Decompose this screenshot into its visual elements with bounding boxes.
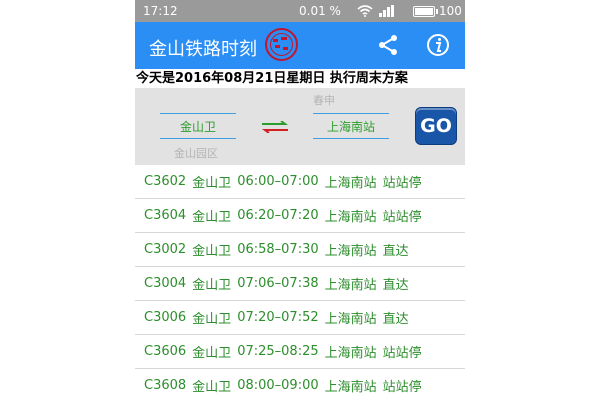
train-origin: 金山卫 [192, 312, 232, 327]
train-time: 06:20–07:20 [237, 208, 319, 223]
share-icon[interactable] [377, 34, 399, 56]
info-icon[interactable] [426, 33, 450, 57]
signal-icon [379, 5, 394, 17]
swap-arrows-icon[interactable] [260, 121, 290, 133]
train-time: 07:06–07:38 [237, 276, 319, 291]
train-destination: 上海南站 [324, 176, 377, 191]
train-number: C3602 [144, 174, 187, 189]
train-type: 站站停 [382, 176, 422, 191]
train-type: 直达 [382, 278, 409, 293]
train-origin: 金山卫 [192, 278, 232, 293]
train-row[interactable]: C3004 金山卫 07:06–07:38 上海南站 直达 [135, 267, 465, 301]
train-time: 07:25–08:25 [237, 344, 319, 359]
status-bar: 17:12 0.01 % 100 [135, 0, 465, 22]
app-title: 金山铁路时刻 [149, 39, 257, 60]
train-origin: 金山卫 [192, 244, 232, 259]
train-time: 07:20–07:52 [237, 310, 319, 325]
train-time: 08:00–09:00 [237, 378, 319, 393]
from-station-button[interactable]: 金山卫 [160, 113, 236, 139]
train-destination: 上海南站 [324, 346, 377, 361]
train-row[interactable]: C3602 金山卫 06:00–07:00 上海南站 站站停 [135, 165, 465, 199]
app-bar: 金山铁路时刻 [135, 22, 465, 69]
train-origin: 金山卫 [192, 380, 232, 395]
train-destination: 上海南站 [324, 210, 377, 225]
status-time: 17:12 [143, 4, 178, 18]
train-origin: 金山卫 [192, 210, 232, 225]
to-station-button[interactable]: 上海南站 [313, 113, 389, 139]
phone-screen: 17:12 0.01 % 100 金山铁路时刻 今天是2016年08月21日星期… [135, 0, 465, 400]
train-destination: 上海南站 [324, 244, 377, 259]
station-selector: 春申 金山卫 上海南站 金山园区 GO [135, 88, 465, 165]
train-number: C3606 [144, 344, 187, 359]
train-row[interactable]: C3608 金山卫 08:00–09:00 上海南站 站站停 [135, 369, 465, 400]
train-row[interactable]: C3006 金山卫 07:20–07:52 上海南站 直达 [135, 301, 465, 335]
battery-level-text: 100 [439, 4, 462, 18]
train-row[interactable]: C3606 金山卫 07:25–08:25 上海南站 站站停 [135, 335, 465, 369]
train-destination: 上海南站 [324, 380, 377, 395]
battery-icon [413, 6, 438, 17]
train-type: 直达 [382, 244, 409, 259]
train-number: C3608 [144, 378, 187, 393]
train-destination: 上海南站 [324, 278, 377, 293]
date-banner: 今天是2016年08月21日星期日 执行周末方案 [136, 71, 408, 86]
seal-stamp-icon [265, 28, 298, 61]
train-number: C3004 [144, 276, 187, 291]
train-list: C3602 金山卫 06:00–07:00 上海南站 站站停 C3604 金山卫 06:20–… [135, 165, 465, 400]
wifi-icon [357, 5, 373, 17]
go-button[interactable]: GO [415, 107, 457, 145]
train-destination: 上海南站 [324, 312, 377, 327]
train-number: C3006 [144, 310, 187, 325]
train-type: 直达 [382, 312, 409, 327]
to-sub-station: 春申 [313, 94, 335, 107]
train-type: 站站停 [382, 346, 422, 361]
train-number: C3002 [144, 242, 187, 257]
train-time: 06:00–07:00 [237, 174, 319, 189]
train-origin: 金山卫 [192, 176, 232, 191]
train-origin: 金山卫 [192, 346, 232, 361]
from-sub-station: 金山园区 [174, 147, 218, 160]
train-row[interactable]: C3604 金山卫 06:20–07:20 上海南站 站站停 [135, 199, 465, 233]
train-type: 站站停 [382, 210, 422, 225]
network-rate: 0.01 % [299, 4, 341, 18]
train-time: 06:58–07:30 [237, 242, 319, 257]
train-type: 站站停 [382, 380, 422, 395]
train-row[interactable]: C3002 金山卫 06:58–07:30 上海南站 直达 [135, 233, 465, 267]
train-number: C3604 [144, 208, 187, 223]
